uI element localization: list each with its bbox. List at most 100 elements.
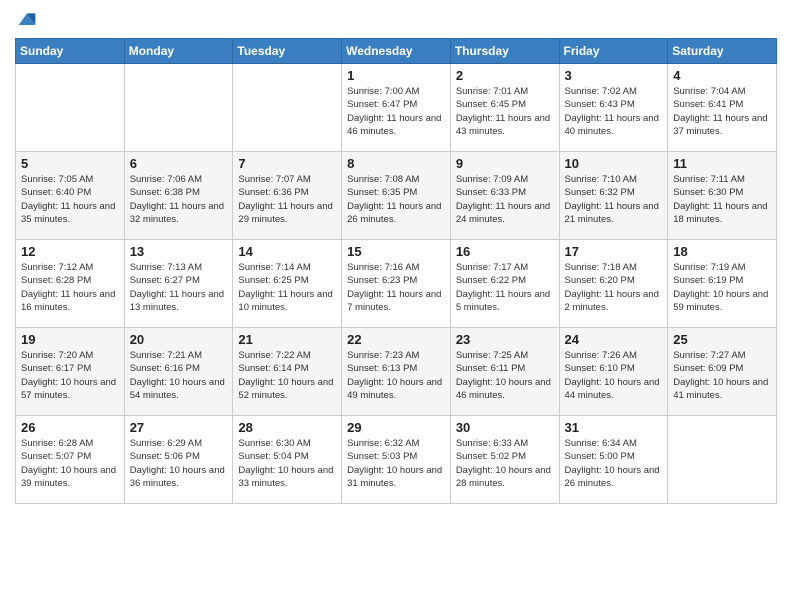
day-info: Sunrise: 7:25 AMSunset: 6:11 PMDaylight:… — [456, 349, 554, 402]
calendar-cell — [16, 64, 125, 152]
calendar-cell: 3Sunrise: 7:02 AMSunset: 6:43 PMDaylight… — [559, 64, 668, 152]
daylight-text: Daylight: 10 hours and 49 minutes. — [347, 376, 445, 403]
weekday-header-thursday: Thursday — [450, 39, 559, 64]
calendar-cell: 27Sunrise: 6:29 AMSunset: 5:06 PMDayligh… — [124, 416, 233, 504]
day-info: Sunrise: 6:29 AMSunset: 5:06 PMDaylight:… — [130, 437, 228, 490]
sunrise-text: Sunrise: 6:29 AM — [130, 437, 228, 450]
sunrise-text: Sunrise: 7:19 AM — [673, 261, 771, 274]
calendar-cell: 7 Sunrise: 7:07 AMSunset: 6:36 PMDaylight… — [233, 152, 342, 240]
daylight-text: Daylight: 11 hours and 7 minutes. — [347, 288, 445, 315]
sunset-text: Sunset: 6:17 PM — [21, 362, 119, 375]
day-info: Sunrise: 6:30 AMSunset: 5:04 PMDaylight:… — [238, 437, 336, 490]
day-info: Sunrise: 7:10 AMSunset: 6:32 PMDaylight:… — [565, 173, 663, 226]
sunrise-text: Sunrise: 7:07 AM — [238, 173, 336, 186]
sunset-text: Sunset: 6:22 PM — [456, 274, 554, 287]
weekday-header-saturday: Saturday — [668, 39, 777, 64]
daylight-text: Daylight: 10 hours and 31 minutes. — [347, 464, 445, 491]
logo-icon — [17, 10, 37, 30]
daylight-text: Daylight: 10 hours and 39 minutes. — [21, 464, 119, 491]
sunrise-text: Sunrise: 7:20 AM — [21, 349, 119, 362]
daylight-text: Daylight: 10 hours and 33 minutes. — [238, 464, 336, 491]
calendar-cell — [233, 64, 342, 152]
day-number: 6 — [130, 156, 228, 171]
sunset-text: Sunset: 5:00 PM — [565, 450, 663, 463]
sunrise-text: Sunrise: 7:04 AM — [673, 85, 771, 98]
sunset-text: Sunset: 6:28 PM — [21, 274, 119, 287]
logo — [15, 10, 37, 30]
daylight-text: Daylight: 11 hours and 35 minutes. — [21, 200, 119, 227]
sunrise-text: Sunrise: 7:18 AM — [565, 261, 663, 274]
sunset-text: Sunset: 6:19 PM — [673, 274, 771, 287]
day-info: Sunrise: 7:09 AMSunset: 6:33 PMDaylight:… — [456, 173, 554, 226]
day-info: Sunrise: 7:14 AMSunset: 6:25 PMDaylight:… — [238, 261, 336, 314]
calendar-cell: 29Sunrise: 6:32 AMSunset: 5:03 PMDayligh… — [342, 416, 451, 504]
day-info: Sunrise: 7:00 AMSunset: 6:47 PMDaylight:… — [347, 85, 445, 138]
weekday-header-row: SundayMondayTuesdayWednesdayThursdayFrid… — [16, 39, 777, 64]
sunrise-text: Sunrise: 6:32 AM — [347, 437, 445, 450]
sunrise-text: Sunrise: 7:21 AM — [130, 349, 228, 362]
daylight-text: Daylight: 10 hours and 57 minutes. — [21, 376, 119, 403]
calendar-cell: 8Sunrise: 7:08 AMSunset: 6:35 PMDaylight… — [342, 152, 451, 240]
calendar-cell: 2Sunrise: 7:01 AMSunset: 6:45 PMDaylight… — [450, 64, 559, 152]
calendar-cell: 23Sunrise: 7:25 AMSunset: 6:11 PMDayligh… — [450, 328, 559, 416]
day-number: 1 — [347, 68, 445, 83]
sunset-text: Sunset: 6:47 PM — [347, 98, 445, 111]
week-row-1: 1 Sunrise: 7:00 AMSunset: 6:47 PMDaylight… — [16, 64, 777, 152]
sunrise-text: Sunrise: 7:27 AM — [673, 349, 771, 362]
sunrise-text: Sunrise: 7:01 AM — [456, 85, 554, 98]
daylight-text: Daylight: 10 hours and 36 minutes. — [130, 464, 228, 491]
sunset-text: Sunset: 6:35 PM — [347, 186, 445, 199]
calendar-cell: 16Sunrise: 7:17 AMSunset: 6:22 PMDayligh… — [450, 240, 559, 328]
sunrise-text: Sunrise: 7:23 AM — [347, 349, 445, 362]
day-number: 3 — [565, 68, 663, 83]
daylight-text: Daylight: 11 hours and 32 minutes. — [130, 200, 228, 227]
day-info: Sunrise: 7:20 AMSunset: 6:17 PMDaylight:… — [21, 349, 119, 402]
calendar-cell: 18 Sunrise: 7:19 AMSunset: 6:19 PMDayligh… — [668, 240, 777, 328]
sunset-text: Sunset: 5:07 PM — [21, 450, 119, 463]
day-info: Sunrise: 7:27 AMSunset: 6:09 PMDaylight:… — [673, 349, 771, 402]
day-number: 14 — [238, 244, 336, 259]
sunset-text: Sunset: 6:30 PM — [673, 186, 771, 199]
daylight-text: Daylight: 11 hours and 13 minutes. — [130, 288, 228, 315]
calendar-cell: 5Sunrise: 7:05 AMSunset: 6:40 PMDaylight… — [16, 152, 125, 240]
week-row-3: 12Sunrise: 7:12 AMSunset: 6:28 PMDayligh… — [16, 240, 777, 328]
daylight-text: Daylight: 10 hours and 46 minutes. — [456, 376, 554, 403]
sunrise-text: Sunrise: 7:22 AM — [238, 349, 336, 362]
daylight-text: Daylight: 11 hours and 21 minutes. — [565, 200, 663, 227]
day-number: 16 — [456, 244, 554, 259]
daylight-text: Daylight: 11 hours and 24 minutes. — [456, 200, 554, 227]
day-info: Sunrise: 6:34 AMSunset: 5:00 PMDaylight:… — [565, 437, 663, 490]
header — [15, 10, 777, 30]
sunset-text: Sunset: 6:32 PM — [565, 186, 663, 199]
daylight-text: Daylight: 11 hours and 26 minutes. — [347, 200, 445, 227]
sunrise-text: Sunrise: 7:06 AM — [130, 173, 228, 186]
sunset-text: Sunset: 6:10 PM — [565, 362, 663, 375]
sunset-text: Sunset: 6:27 PM — [130, 274, 228, 287]
day-number: 21 — [238, 332, 336, 347]
weekday-header-sunday: Sunday — [16, 39, 125, 64]
sunset-text: Sunset: 6:41 PM — [673, 98, 771, 111]
calendar-cell: 22Sunrise: 7:23 AMSunset: 6:13 PMDayligh… — [342, 328, 451, 416]
sunset-text: Sunset: 6:11 PM — [456, 362, 554, 375]
daylight-text: Daylight: 11 hours and 2 minutes. — [565, 288, 663, 315]
day-number: 18 — [673, 244, 771, 259]
calendar-cell: 24Sunrise: 7:26 AMSunset: 6:10 PMDayligh… — [559, 328, 668, 416]
sunset-text: Sunset: 6:43 PM — [565, 98, 663, 111]
day-number: 7 — [238, 156, 336, 171]
day-info: Sunrise: 7:07 AMSunset: 6:36 PMDaylight:… — [238, 173, 336, 226]
calendar-cell — [668, 416, 777, 504]
daylight-text: Daylight: 11 hours and 5 minutes. — [456, 288, 554, 315]
weekday-header-friday: Friday — [559, 39, 668, 64]
sunset-text: Sunset: 5:04 PM — [238, 450, 336, 463]
daylight-text: Daylight: 10 hours and 59 minutes. — [673, 288, 771, 315]
daylight-text: Daylight: 11 hours and 18 minutes. — [673, 200, 771, 227]
day-info: Sunrise: 7:05 AMSunset: 6:40 PMDaylight:… — [21, 173, 119, 226]
daylight-text: Daylight: 11 hours and 40 minutes. — [565, 112, 663, 139]
sunrise-text: Sunrise: 7:10 AM — [565, 173, 663, 186]
day-number: 11 — [673, 156, 771, 171]
day-number: 25 — [673, 332, 771, 347]
sunrise-text: Sunrise: 6:30 AM — [238, 437, 336, 450]
sunset-text: Sunset: 6:23 PM — [347, 274, 445, 287]
sunrise-text: Sunrise: 7:14 AM — [238, 261, 336, 274]
day-number: 26 — [21, 420, 119, 435]
